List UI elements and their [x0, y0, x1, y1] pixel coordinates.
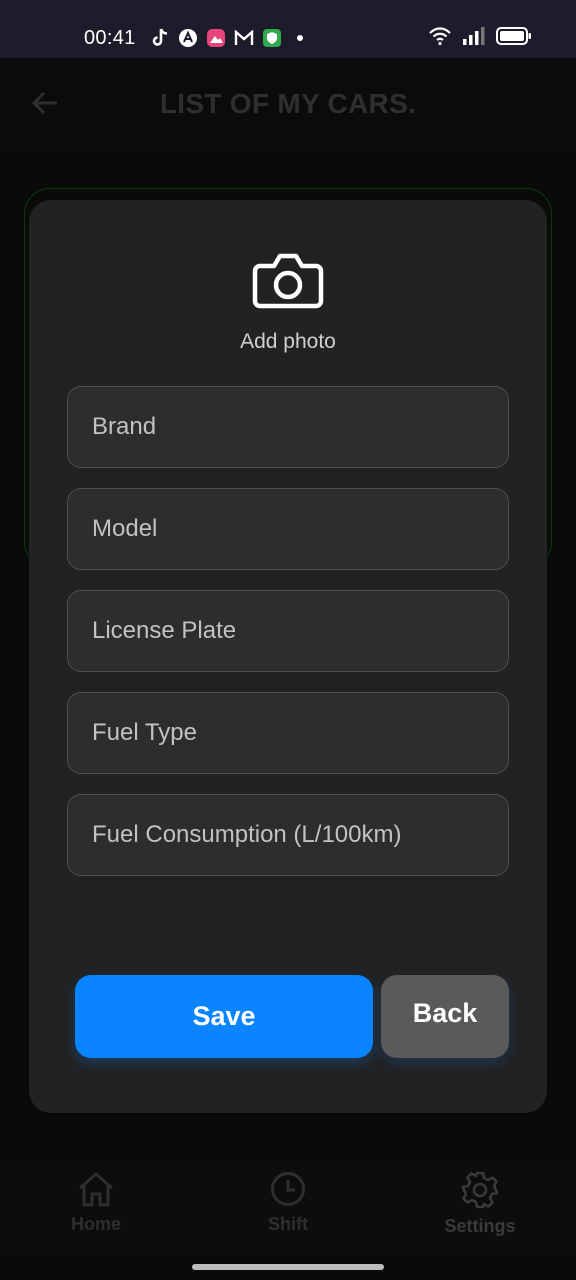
home-indicator[interactable]: [192, 1264, 384, 1270]
status-indicators: [428, 26, 532, 51]
license-plate-field[interactable]: [92, 617, 508, 645]
status-bar: 00:41: [0, 0, 576, 58]
brand-field-container: [67, 386, 509, 468]
add-photo-label: Add photo: [240, 330, 336, 353]
nav-label-shift: Shift: [268, 1214, 308, 1234]
save-button[interactable]: Save: [75, 975, 373, 1058]
fuel-type-field[interactable]: [92, 719, 508, 747]
back-button[interactable]: Back: [381, 975, 509, 1058]
battery-icon: [496, 27, 532, 50]
car-form: [67, 386, 509, 896]
nav-item-shift[interactable]: Shift: [228, 1170, 348, 1235]
fuel-consumption-field-container: [67, 794, 509, 876]
page-title: LIST OF MY CARS.: [159, 88, 417, 119]
vpn-shield-icon: [262, 28, 282, 48]
fuel-consumption-field[interactable]: [92, 821, 508, 849]
home-icon: [36, 1170, 156, 1208]
camera-icon: [252, 250, 324, 310]
clock-icon: [228, 1170, 348, 1208]
app-bar: LIST OF MY CARS.: [0, 58, 576, 154]
signal-icon: [462, 27, 486, 50]
brand-field[interactable]: [92, 413, 508, 441]
photo-app-icon: [206, 28, 226, 48]
status-time: 00:41: [84, 27, 136, 49]
arc-icon: [178, 28, 198, 48]
add-photo-button[interactable]: Add photo: [29, 250, 547, 360]
nav-label-home: Home: [70, 1214, 121, 1234]
bottom-nav: Home Shift Settings: [0, 1160, 576, 1255]
fuel-type-field-container: [67, 692, 509, 774]
nav-item-home[interactable]: Home: [36, 1170, 156, 1235]
screen: 00:41 LIST OF MY CARS. Add photo Brand M…: [0, 0, 576, 1280]
model-field[interactable]: [92, 515, 508, 543]
gear-icon: [420, 1170, 540, 1210]
wifi-icon: [428, 26, 452, 51]
nav-label-settings: Settings: [444, 1216, 516, 1236]
gmail-icon: [234, 28, 254, 48]
tiktok-icon: [150, 28, 170, 48]
status-app-icons: [150, 28, 310, 48]
license-plate-field-container: [67, 590, 509, 672]
nav-item-settings[interactable]: Settings: [420, 1170, 540, 1237]
add-car-dialog: Add photo Save Back: [29, 200, 547, 1113]
model-field-container: [67, 488, 509, 570]
dot-icon: [290, 28, 310, 48]
